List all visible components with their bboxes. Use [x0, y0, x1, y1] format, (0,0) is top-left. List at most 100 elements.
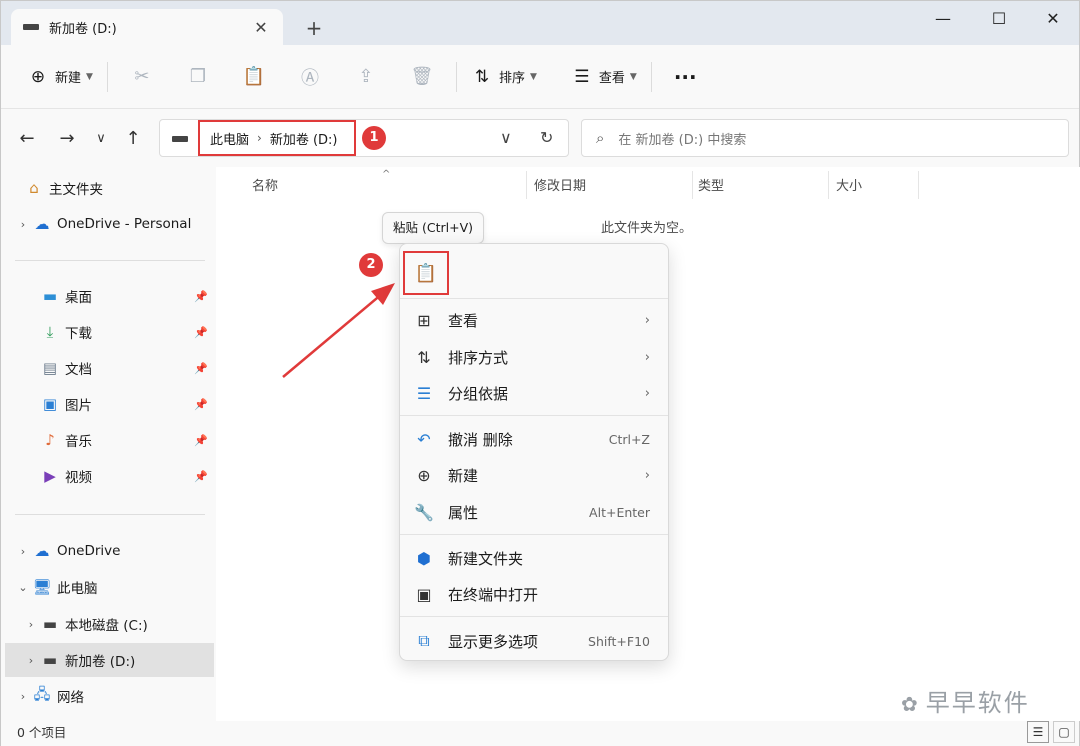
- chevron-right-icon[interactable]: ›: [15, 218, 31, 231]
- column-header-size[interactable]: 大小: [836, 175, 862, 199]
- forward-button[interactable]: →: [53, 125, 81, 153]
- home-icon: ⌂: [29, 179, 39, 197]
- sidebar-item-downloads[interactable]: ⤓ 下载 📌: [1, 315, 216, 349]
- item-count: 0 个项目: [17, 725, 67, 740]
- delete-button[interactable]: 🗑: [394, 59, 450, 95]
- menu-item-label: 撤消 删除: [448, 430, 513, 449]
- pin-icon[interactable]: 📌: [194, 398, 208, 411]
- details-view-toggle[interactable]: ☰: [1027, 721, 1049, 743]
- chevron-right-icon[interactable]: ›: [23, 654, 39, 667]
- column-separator[interactable]: [918, 171, 919, 199]
- recent-locations-button[interactable]: ∨: [87, 125, 115, 153]
- paste-button[interactable]: 📋: [403, 251, 449, 295]
- arrow-right-icon: →: [59, 128, 75, 149]
- menu-item-show-more-options[interactable]: ⧉ 显示更多选项 Shift+F10: [400, 623, 668, 659]
- chevron-down-icon[interactable]: ⌄: [15, 581, 31, 594]
- tab-new-volume-d[interactable]: 新加卷 (D:) ✕: [11, 9, 283, 45]
- sidebar-item-drive-c[interactable]: › ▬ 本地磁盘 (C:): [1, 607, 216, 641]
- cut-button[interactable]: ✂: [114, 59, 170, 95]
- menu-item-undo-delete[interactable]: ↶ 撤消 删除 Ctrl+Z: [400, 421, 668, 457]
- sidebar-item-home[interactable]: ⌂ 主文件夹: [1, 171, 216, 205]
- chevron-right-icon: ›: [644, 349, 650, 365]
- list-view-icon: ☰: [574, 66, 590, 87]
- column-header-name[interactable]: 名称: [252, 175, 278, 199]
- chevron-right-icon[interactable]: ›: [15, 545, 31, 558]
- sidebar-item-music[interactable]: ♪ 音乐 📌: [1, 423, 216, 457]
- column-separator[interactable]: [692, 171, 693, 199]
- sidebar-item-onedrive-personal[interactable]: › ☁ OneDrive - Personal: [1, 207, 216, 241]
- menu-item-group-by[interactable]: ☰ 分组依据 ›: [400, 375, 668, 411]
- chevron-right-icon[interactable]: ›: [23, 618, 39, 631]
- column-header-type[interactable]: 类型: [698, 175, 724, 199]
- plus-circle-icon: ⊕: [417, 465, 431, 485]
- view-button[interactable]: ☰ 查看 ▼: [563, 59, 645, 95]
- context-menu: 📋 ⊞ 查看 › ⇅ 排序方式 › ☰ 分组依据 › ↶ 撤消 删除 Ctrl+…: [399, 243, 669, 661]
- separator: [455, 61, 457, 92]
- copy-button[interactable]: ❐: [170, 59, 226, 95]
- scissors-icon: ✂: [134, 66, 150, 87]
- column-header-modified[interactable]: 修改日期: [534, 175, 586, 199]
- download-icon: ⤓: [46, 323, 54, 341]
- menu-item-properties[interactable]: 🔧 属性 Alt+Enter: [400, 494, 668, 530]
- minimize-button[interactable]: —: [921, 7, 965, 31]
- menu-item-sort-by[interactable]: ⇅ 排序方式 ›: [400, 339, 668, 375]
- more-options-button[interactable]: ···: [666, 59, 705, 95]
- menu-item-new[interactable]: ⊕ 新建 ›: [400, 457, 668, 493]
- chevron-down-icon: ▼: [629, 71, 637, 82]
- undo-icon: ↶: [417, 429, 431, 449]
- chevron-right-icon[interactable]: ›: [257, 131, 262, 145]
- sidebar-item-documents[interactable]: ▤ 文档 📌: [1, 351, 216, 385]
- sidebar-item-label: OneDrive - Personal: [57, 216, 192, 232]
- maximize-button[interactable]: ☐: [977, 7, 1021, 31]
- chevron-right-icon[interactable]: ›: [15, 690, 31, 703]
- column-separator[interactable]: [828, 171, 829, 199]
- menu-item-shortcut: Ctrl+Z: [608, 431, 650, 447]
- sort-button[interactable]: ⇅ 排序 ▼: [463, 59, 545, 95]
- sidebar-item-videos[interactable]: ▶ 视频 📌: [1, 459, 216, 493]
- menu-item-open-in-terminal[interactable]: ▣ 在终端中打开: [400, 576, 668, 612]
- pin-icon[interactable]: 📌: [194, 362, 208, 375]
- drive-icon: [172, 136, 188, 142]
- plus-circle-icon: ⊕: [30, 66, 46, 87]
- sort-indicator-icon: ^: [382, 169, 391, 180]
- pin-icon[interactable]: 📌: [194, 326, 208, 339]
- column-separator[interactable]: [526, 171, 527, 199]
- pin-icon[interactable]: 📌: [194, 470, 208, 483]
- sidebar-item-onedrive[interactable]: › ☁ OneDrive: [1, 534, 216, 568]
- sidebar-item-desktop[interactable]: ▬ 桌面 📌: [1, 279, 216, 313]
- sidebar-item-pictures[interactable]: ▣ 图片 📌: [1, 387, 216, 421]
- new-button[interactable]: ⊕ 新建 ▼: [19, 59, 101, 95]
- address-bar[interactable]: 此电脑 › 新加卷 (D:) 1 ∨ ↻: [159, 119, 569, 157]
- drive-icon: ▬: [42, 615, 58, 633]
- breadcrumb-this-pc[interactable]: 此电脑: [210, 129, 249, 148]
- details-view-icon: ☰: [1032, 725, 1044, 739]
- new-tab-button[interactable]: +: [301, 15, 327, 41]
- sidebar-item-this-pc[interactable]: ⌄ 🖥 此电脑: [1, 570, 216, 604]
- terminal-icon: ▣: [416, 584, 432, 604]
- address-history-chevron-icon[interactable]: ∨: [500, 128, 512, 147]
- grid-icon: ⊞: [417, 310, 431, 330]
- rename-button[interactable]: Ⓐ: [282, 59, 338, 95]
- up-button[interactable]: ↑: [119, 125, 147, 153]
- refresh-icon[interactable]: ↻: [540, 128, 553, 147]
- sidebar-item-label: 桌面: [65, 290, 92, 306]
- search-box[interactable]: ⌕ 在 新加卷 (D:) 中搜索: [581, 119, 1069, 157]
- tiles-view-toggle[interactable]: ▢: [1053, 721, 1075, 743]
- breadcrumb-drive-d[interactable]: 新加卷 (D:): [270, 129, 338, 148]
- tab-title: 新加卷 (D:): [49, 21, 117, 37]
- pin-icon[interactable]: 📌: [194, 290, 208, 303]
- close-window-button[interactable]: ✕: [1031, 7, 1075, 31]
- menu-item-new-folder[interactable]: ⬢ 新建文件夹: [400, 540, 668, 576]
- pin-icon[interactable]: 📌: [194, 434, 208, 447]
- paste-toolbar-button[interactable]: 📋: [226, 59, 282, 95]
- sidebar-item-drive-d[interactable]: › ▬ 新加卷 (D:): [5, 643, 214, 677]
- sidebar-item-label: OneDrive: [57, 543, 121, 559]
- menu-item-view[interactable]: ⊞ 查看 ›: [400, 302, 668, 338]
- share-button[interactable]: ⇪: [338, 59, 394, 95]
- back-button[interactable]: ←: [13, 125, 41, 153]
- sidebar-item-network[interactable]: › 🖧 网络: [1, 679, 216, 713]
- close-tab-icon[interactable]: ✕: [251, 18, 271, 37]
- clipboard-icon: 📋: [414, 262, 438, 284]
- menu-item-label: 属性: [448, 503, 479, 522]
- search-placeholder: 在 新加卷 (D:) 中搜索: [618, 132, 747, 148]
